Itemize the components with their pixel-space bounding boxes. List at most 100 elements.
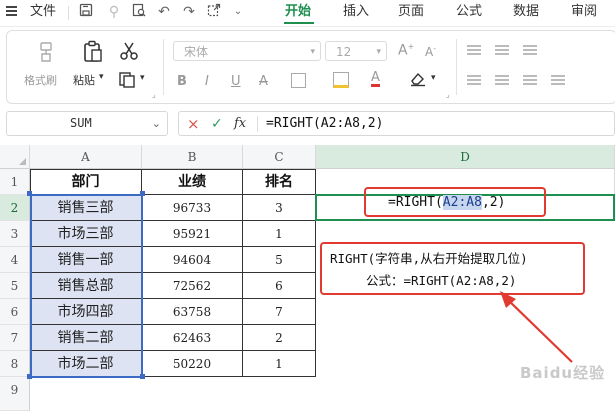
file-menu[interactable]: 文件 <box>30 4 56 20</box>
table-cell[interactable]: 72562 <box>142 273 243 299</box>
table-cell[interactable]: 6 <box>243 273 316 299</box>
redo-icon[interactable]: ↷ <box>181 3 197 21</box>
table-cell[interactable]: 3 <box>243 195 316 221</box>
row-header[interactable]: 6 <box>0 299 30 325</box>
paste-icon[interactable] <box>82 40 104 68</box>
tab-page[interactable]: 页面 <box>398 4 424 20</box>
reference-range-a2-a8 <box>30 194 143 378</box>
annotation-arrow <box>500 291 573 363</box>
row-header[interactable]: 8 <box>0 351 30 377</box>
paste-button[interactable]: 粘贴 <box>73 72 95 88</box>
clipboard-expand-icon[interactable]: ⌟ <box>152 90 156 99</box>
formula-input[interactable]: =RIGHT(A2:A8,2) <box>266 114 383 134</box>
underline-icon[interactable]: U <box>231 74 241 89</box>
table-cell[interactable]: 5 <box>243 247 316 273</box>
align-left-icon[interactable] <box>467 75 481 77</box>
table-cell[interactable]: 95921 <box>142 221 243 247</box>
range-handle[interactable] <box>140 374 145 379</box>
font-color-icon[interactable]: A <box>371 71 380 87</box>
col-header-a[interactable]: A <box>30 145 142 169</box>
row-header[interactable]: 7 <box>0 325 30 351</box>
align-top-icon[interactable] <box>467 45 481 47</box>
align-bottom-icon[interactable] <box>523 45 537 47</box>
row-header[interactable]: 5 <box>0 273 30 299</box>
font-name-select[interactable]: 宋体 ▾ <box>173 41 321 61</box>
table-cell[interactable]: 62463 <box>142 325 243 351</box>
bold-icon[interactable]: B <box>177 74 187 89</box>
col-header-c[interactable]: C <box>243 145 316 169</box>
table-cell[interactable]: 96733 <box>142 195 243 221</box>
hamburger-menu-icon[interactable] <box>6 5 18 17</box>
table-cell[interactable]: 2 <box>243 325 316 351</box>
chevron-down-icon[interactable]: ⌄ <box>152 112 161 135</box>
menu-bar: 文件 ⚲ ↶ ↷ ⌄ 开始 插入 页面 公式 数据 审阅 <box>0 0 615 27</box>
italic-icon[interactable]: I <box>205 74 209 89</box>
ribbon-toolbar: 格式刷 粘贴 ▾ ▾ ⌟ 宋体 ▾ 12 ▾ A+ A- B I U A A ▾… <box>6 30 615 104</box>
col-header-d[interactable]: D <box>316 145 615 169</box>
row-header[interactable]: 3 <box>0 221 30 247</box>
col-header-b[interactable]: B <box>142 145 243 169</box>
decrease-font-icon[interactable]: A- <box>425 44 436 59</box>
save-icon[interactable] <box>78 3 94 21</box>
increase-font-icon[interactable]: A+ <box>398 42 414 59</box>
range-handle[interactable] <box>140 191 145 196</box>
cut-icon[interactable] <box>119 41 139 65</box>
export-icon[interactable] <box>206 3 222 21</box>
table-header-cell[interactable]: 排名 <box>243 169 316 195</box>
row-header[interactable]: 1 <box>0 169 30 195</box>
align-center-icon[interactable] <box>495 75 509 77</box>
font-expand-icon[interactable]: ⌟ <box>446 90 450 99</box>
copy-dropdown-icon[interactable]: ▾ <box>140 73 145 83</box>
undo-icon[interactable]: ↶ <box>156 3 172 21</box>
row-header[interactable]: 9 <box>0 377 30 411</box>
align-middle-icon[interactable] <box>495 45 509 47</box>
clear-dropdown-icon[interactable]: ▾ <box>431 73 436 83</box>
border-icon[interactable] <box>291 73 306 88</box>
annotation-line-1: RIGHT(字符串,从右开始提取几位) <box>330 251 528 266</box>
clear-format-icon[interactable] <box>409 71 427 91</box>
justify-icon[interactable] <box>551 75 565 77</box>
range-handle[interactable] <box>27 191 32 196</box>
tab-data[interactable]: 数据 <box>513 4 539 20</box>
chevron-down-icon: ▾ <box>376 47 381 57</box>
fill-color-icon[interactable] <box>333 72 349 88</box>
name-box-value: SUM <box>70 116 92 130</box>
paste-dropdown-icon[interactable]: ▾ <box>99 72 104 82</box>
print-preview-icon[interactable] <box>131 3 147 21</box>
formula-highlight-box: =RIGHT(A2:A8,2) <box>364 187 546 217</box>
active-tab-indicator <box>284 22 314 24</box>
table-cell[interactable]: 63758 <box>142 299 243 325</box>
table-cell[interactable]: 7 <box>243 299 316 325</box>
formula-bar: × ✓ fx =RIGHT(A2:A8,2) <box>178 111 615 136</box>
table-cell[interactable]: 1 <box>243 351 316 377</box>
table-cell[interactable]: 94604 <box>142 247 243 273</box>
insert-function-icon[interactable]: fx <box>234 114 246 134</box>
separator <box>68 6 69 20</box>
table-cell[interactable]: 1 <box>243 221 316 247</box>
table-border <box>30 169 316 170</box>
tab-insert[interactable]: 插入 <box>343 4 369 20</box>
table-cell[interactable]: 50220 <box>142 351 243 377</box>
tab-review[interactable]: 审阅 <box>571 4 597 20</box>
align-right-icon[interactable] <box>523 75 537 77</box>
copy-icon[interactable] <box>118 71 136 93</box>
table-header-cell[interactable]: 业绩 <box>142 169 243 195</box>
more-dropdown-icon[interactable]: ⌄ <box>230 3 246 21</box>
row-header[interactable]: 4 <box>0 247 30 273</box>
cancel-formula-icon[interactable]: × <box>187 114 200 134</box>
share-icon[interactable]: ⚲ <box>106 3 122 21</box>
tab-home[interactable]: 开始 <box>285 4 311 20</box>
watermark: Baidu经验 <box>520 364 606 382</box>
name-box[interactable]: SUM ⌄ <box>6 111 168 136</box>
strikethrough-icon[interactable]: A <box>259 74 268 89</box>
format-painter-label[interactable]: 格式刷 <box>24 72 57 88</box>
range-handle[interactable] <box>27 374 32 379</box>
select-all-corner[interactable] <box>0 145 30 169</box>
format-painter-icon[interactable] <box>35 41 57 67</box>
font-name-value: 宋体 <box>184 45 209 59</box>
font-size-select[interactable]: 12 ▾ <box>325 41 387 61</box>
table-header-cell[interactable]: 部门 <box>30 169 142 195</box>
row-header[interactable]: 2 <box>0 195 30 221</box>
confirm-formula-icon[interactable]: ✓ <box>211 114 223 134</box>
tab-formula[interactable]: 公式 <box>456 4 482 20</box>
